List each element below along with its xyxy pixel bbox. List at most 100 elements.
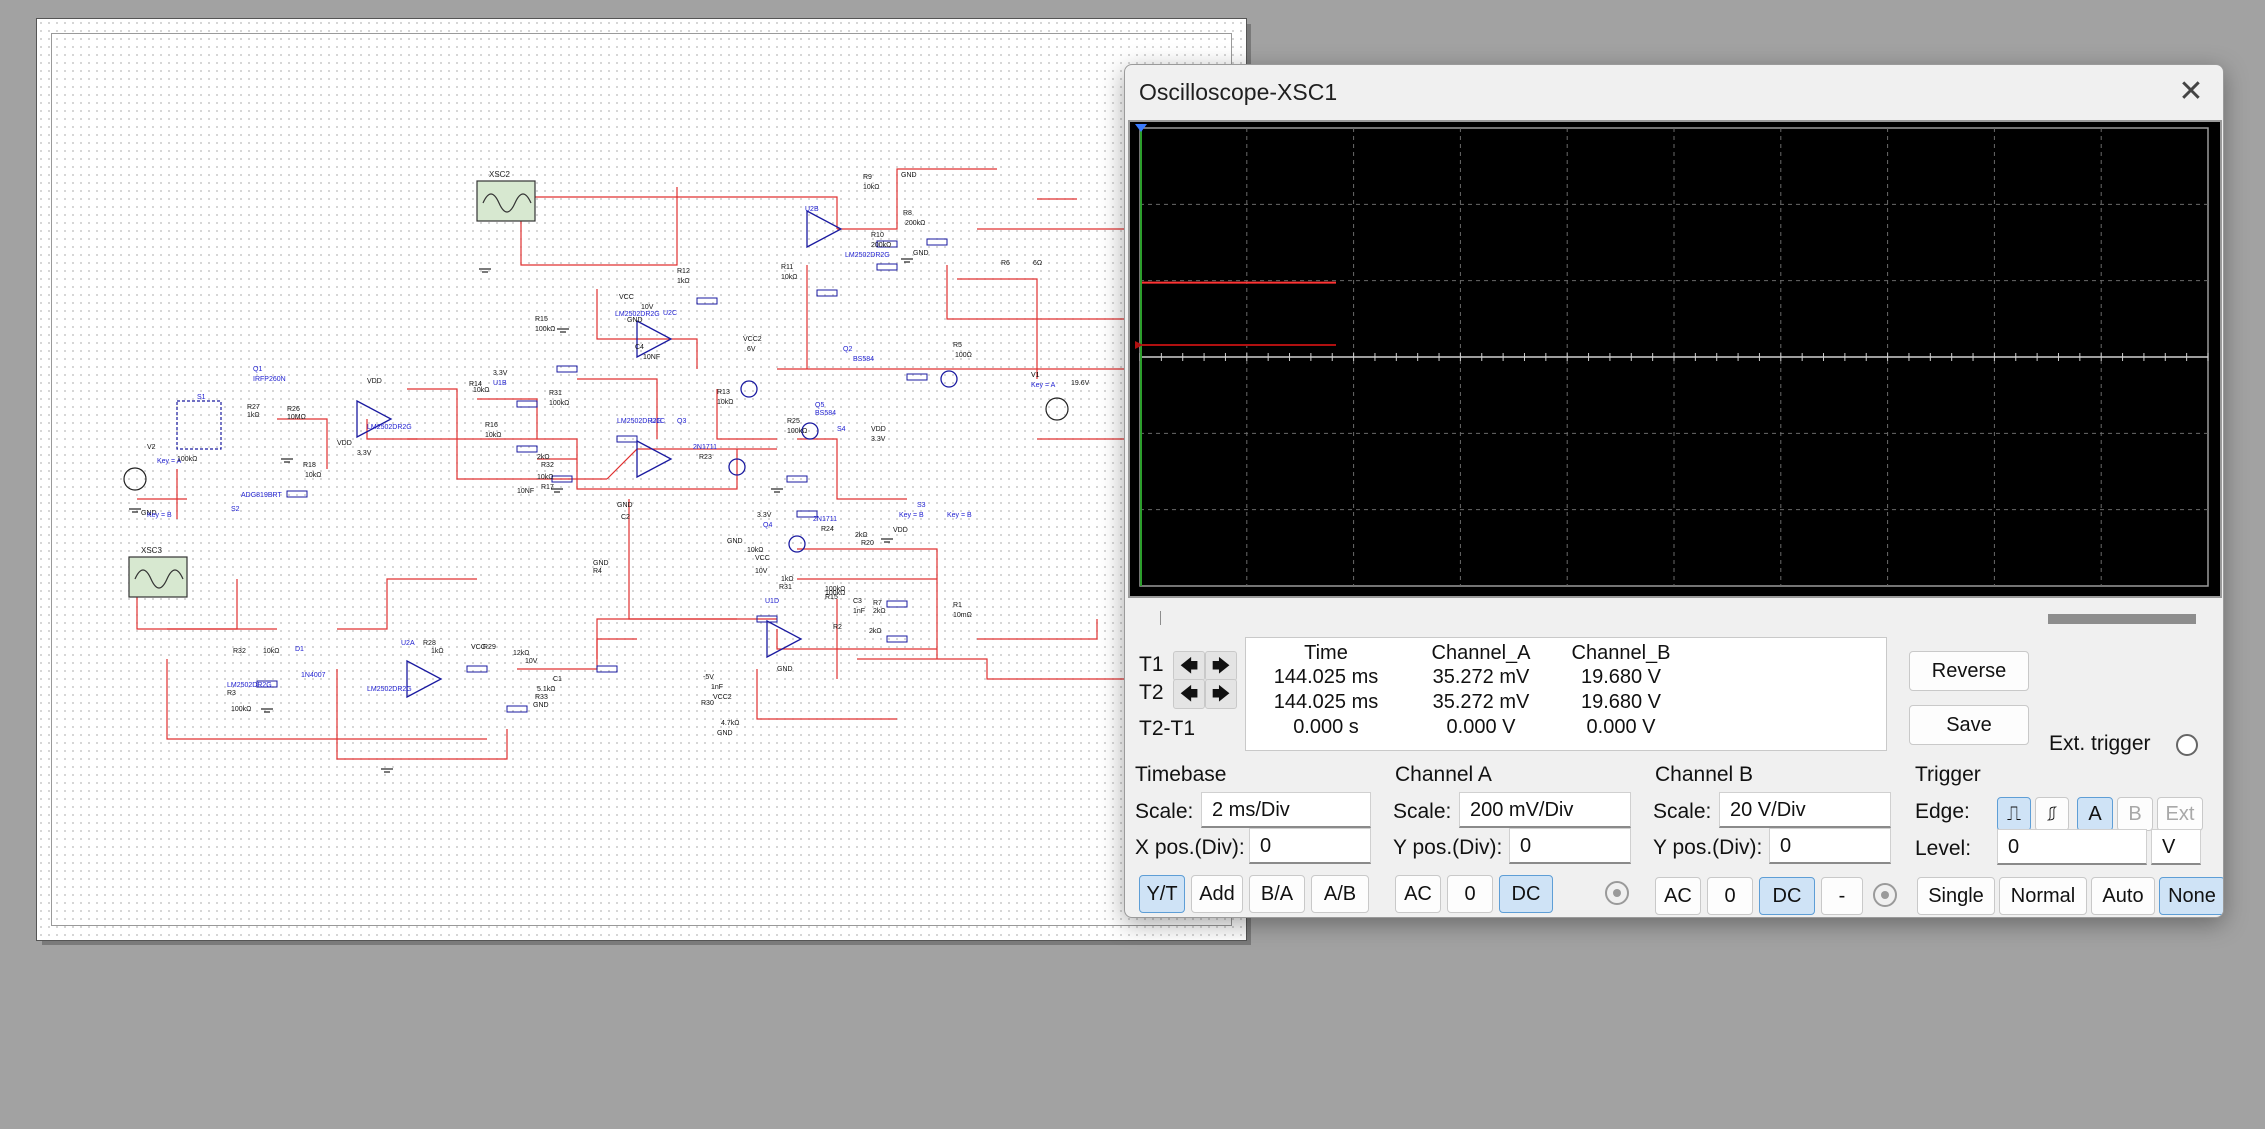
mode-ba-button[interactable]: B/A bbox=[1249, 875, 1305, 913]
schematic-label: 100kΩ bbox=[549, 400, 569, 407]
schematic-label: 200kΩ bbox=[905, 220, 925, 227]
schematic-sheet[interactable]: XSC2 XSC3 U2B R9 10kΩ GND R8 200kΩ R10 200kΩ LM250… bbox=[36, 18, 1247, 941]
timebase-xpos-field[interactable]: 0 bbox=[1249, 828, 1371, 864]
channel-b-ac-button[interactable]: AC bbox=[1655, 877, 1701, 915]
oscilloscope-window[interactable]: Oscilloscope-XSC1 ✕ T1 🡄 🡆 T2 🡄 🡆 T2-T1 … bbox=[1124, 64, 2224, 918]
schematic-label: VCC2 bbox=[713, 694, 732, 701]
schematic-label: R31 bbox=[779, 584, 792, 591]
schematic-label: 3.3V bbox=[357, 450, 372, 457]
mode-yt-button[interactable]: Y/T bbox=[1139, 875, 1185, 913]
instrument-label: XSC2 bbox=[489, 170, 510, 179]
schematic-label: S2 bbox=[231, 506, 240, 513]
schematic-label: U1B bbox=[493, 380, 507, 387]
channel-a-ypos-label: Y pos.(Div): bbox=[1393, 836, 1503, 859]
schematic-label: R12 bbox=[677, 268, 690, 275]
channel-b-zero-button[interactable]: 0 bbox=[1707, 877, 1753, 915]
t1-right-arrow-icon[interactable]: 🡆 bbox=[1205, 651, 1237, 681]
scrollbar-thumb[interactable] bbox=[2048, 614, 2196, 624]
reverse-button[interactable]: Reverse bbox=[1909, 651, 2029, 691]
trigger-source-a-button[interactable]: A bbox=[2077, 797, 2113, 831]
t2-left-arrow-icon[interactable]: 🡄 bbox=[1173, 679, 1205, 709]
schematic-label: 100kΩ bbox=[825, 590, 845, 597]
schematic-label: 1nF bbox=[711, 684, 723, 691]
schematic-label: Q3 bbox=[677, 418, 686, 425]
schematic-label: 1N4007 bbox=[301, 672, 326, 679]
trigger-auto-button[interactable]: Auto bbox=[2091, 877, 2155, 915]
trigger-single-button[interactable]: Single bbox=[1917, 877, 1995, 915]
channel-b-scale-label: Scale: bbox=[1653, 800, 1712, 823]
channel-a-ypos-field[interactable]: 0 bbox=[1509, 828, 1631, 864]
schematic-label: VDD bbox=[337, 440, 352, 447]
scroll-tick bbox=[1160, 611, 1161, 625]
timebase-scale-label: Scale: bbox=[1135, 800, 1194, 823]
close-icon[interactable]: ✕ bbox=[2171, 73, 2211, 113]
trigger-level-field[interactable]: 0 bbox=[1997, 829, 2147, 865]
t1-left-arrow-icon[interactable]: 🡄 bbox=[1173, 651, 1205, 681]
schematic-label: R33 bbox=[535, 694, 548, 701]
timebase-xpos-label: X pos.(Div): bbox=[1135, 836, 1245, 859]
channel-a-dc-button[interactable]: DC bbox=[1499, 875, 1553, 913]
ext-trigger-radio[interactable] bbox=[2176, 734, 2198, 756]
resistor-symbol bbox=[516, 445, 538, 453]
schematic-label: R15 bbox=[535, 316, 548, 323]
instrument-box bbox=[128, 556, 188, 598]
rising-edge-icon[interactable]: ⎍ bbox=[1997, 797, 2031, 831]
schematic-wire bbox=[521, 196, 838, 229]
schematic-label: R29 bbox=[483, 644, 496, 651]
channel-b-ypos-field[interactable]: 0 bbox=[1769, 828, 1891, 864]
schematic-label: 10V bbox=[525, 658, 538, 665]
channel-a-zero-button[interactable]: 0 bbox=[1447, 875, 1493, 913]
trigger-level-unit[interactable]: V bbox=[2151, 829, 2201, 865]
schematic-label: 10V bbox=[755, 568, 768, 575]
schematic-label: GND bbox=[727, 538, 743, 545]
schematic-wire bbox=[606, 448, 777, 480]
trigger-source-b-button[interactable]: B bbox=[2117, 797, 2153, 831]
schematic-label: Q5 bbox=[815, 402, 824, 409]
trigger-edge-label: Edge: bbox=[1915, 800, 1970, 823]
t1-time: 144.025 ms bbox=[1273, 666, 1379, 688]
resistor-symbol bbox=[926, 238, 948, 246]
schematic-label: R7 bbox=[873, 600, 882, 607]
schematic-wire bbox=[756, 669, 897, 720]
schematic-label: BS584 bbox=[853, 356, 874, 363]
channel-b-scale-field[interactable]: 20 V/Div bbox=[1719, 792, 1891, 828]
resistor-symbol bbox=[596, 665, 618, 673]
channel-a-ac-button[interactable]: AC bbox=[1395, 875, 1441, 913]
mode-ab-button[interactable]: A/B bbox=[1311, 875, 1369, 913]
trigger-none-button[interactable]: None bbox=[2159, 877, 2223, 915]
save-button[interactable]: Save bbox=[1909, 705, 2029, 745]
schematic-label: R31 bbox=[549, 390, 562, 397]
voltage-source-symbol bbox=[1045, 397, 1069, 421]
schematic-label: U2A bbox=[401, 640, 415, 647]
schematic-wire bbox=[977, 619, 1098, 640]
timebase-title: Timebase bbox=[1135, 763, 1227, 786]
mode-add-button[interactable]: Add bbox=[1191, 875, 1243, 913]
trigger-normal-button[interactable]: Normal bbox=[1999, 877, 2087, 915]
timebase-scale-field[interactable]: 2 ms/Div bbox=[1201, 792, 1371, 828]
scope-screen[interactable] bbox=[1128, 120, 2222, 598]
channel-b-minus-button[interactable]: - bbox=[1821, 877, 1863, 915]
schematic-label: 100kΩ bbox=[231, 706, 251, 713]
channel-b-dc-button[interactable]: DC bbox=[1759, 877, 1815, 915]
schematic-label: D1 bbox=[295, 646, 304, 653]
falling-edge-icon[interactable]: ⎎ bbox=[2035, 797, 2069, 831]
resistor-symbol bbox=[886, 600, 908, 608]
cursor-readout-table: Time Channel_A Channel_B 144.025 ms 35.2… bbox=[1245, 637, 1887, 751]
channel-a-scale-field[interactable]: 200 mV/Div bbox=[1459, 792, 1631, 828]
t2-right-arrow-icon[interactable]: 🡆 bbox=[1205, 679, 1237, 709]
resistor-symbol bbox=[286, 490, 308, 498]
horizontal-scrollbar[interactable] bbox=[1128, 605, 2218, 633]
schematic-label: LM2502DR2G bbox=[227, 682, 272, 689]
scope-grid bbox=[1135, 124, 2209, 587]
schematic-label: C2 bbox=[621, 514, 630, 521]
schematic-label: 100kΩ bbox=[535, 326, 555, 333]
resistor-symbol bbox=[516, 400, 538, 408]
schematic-label: GND bbox=[777, 666, 793, 673]
schematic-label: 1kΩ bbox=[431, 648, 444, 655]
schematic-wire bbox=[577, 378, 658, 439]
channel-b-title: Channel B bbox=[1655, 763, 1754, 786]
resistor-symbol bbox=[466, 665, 488, 673]
schematic-label: R18 bbox=[303, 462, 316, 469]
schematic-drawing[interactable]: XSC2 XSC3 U2B R9 10kΩ GND R8 200kΩ R10 200kΩ LM250… bbox=[37, 19, 1246, 940]
trigger-source-ext-button[interactable]: Ext bbox=[2157, 797, 2203, 831]
